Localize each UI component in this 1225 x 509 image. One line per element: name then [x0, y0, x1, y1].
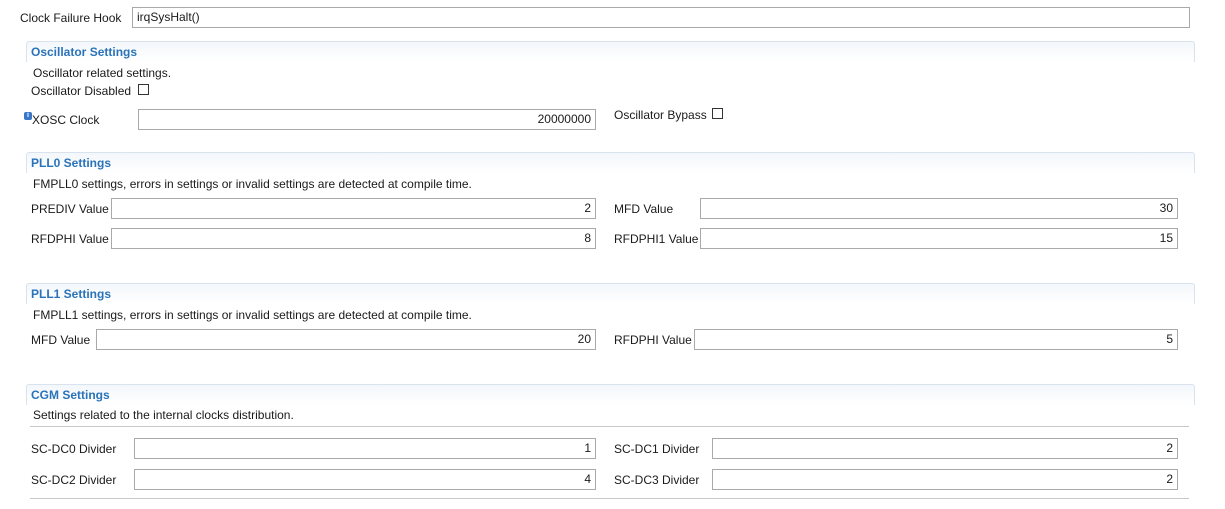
xosc-clock-label: XOSC Clock: [32, 113, 100, 127]
pll1-settings-title: PLL1 Settings: [31, 287, 112, 301]
oscillator-disabled-checkbox[interactable]: [138, 84, 149, 95]
oscillator-settings-title: Oscillator Settings: [31, 45, 138, 59]
pll1-settings-header[interactable]: PLL1 Settings: [26, 283, 1195, 304]
pll0-rfdphi1-label: RFDPHI1 Value: [614, 232, 699, 246]
cgm-settings-header[interactable]: CGM Settings: [26, 384, 1195, 405]
sc-dc1-divider-input[interactable]: 2: [712, 438, 1178, 459]
oscillator-bypass-checkbox[interactable]: [712, 108, 723, 119]
sc-dc2-divider-label: SC-DC2 Divider: [31, 473, 117, 487]
pll0-rfdphi1-input[interactable]: 15: [700, 228, 1178, 249]
sc-dc2-divider-input[interactable]: 4: [134, 469, 596, 490]
cgm-separator-bottom: [30, 498, 1189, 499]
oscillator-bypass-label: Oscillator Bypass: [614, 108, 707, 122]
oscillator-settings-description: Oscillator related settings.: [33, 66, 172, 80]
pll0-settings-title: PLL0 Settings: [31, 156, 112, 170]
pll0-prediv-label: PREDIV Value: [31, 202, 109, 216]
cgm-settings-description: Settings related to the internal clocks …: [33, 408, 294, 422]
cgm-settings-title: CGM Settings: [31, 388, 110, 402]
clock-failure-hook-label: Clock Failure Hook: [20, 11, 122, 25]
cgm-separator-top: [30, 426, 1189, 427]
pll0-settings-header[interactable]: PLL0 Settings: [26, 152, 1195, 173]
sc-dc3-divider-label: SC-DC3 Divider: [614, 473, 700, 487]
sc-dc1-divider-label: SC-DC1 Divider: [614, 442, 700, 456]
pll1-rfdphi-input[interactable]: 5: [694, 329, 1178, 350]
oscillator-disabled-label: Oscillator Disabled: [31, 84, 132, 98]
pll0-prediv-input[interactable]: 2: [111, 198, 596, 219]
xosc-clock-input[interactable]: 20000000: [138, 109, 596, 130]
sc-dc3-divider-input[interactable]: 2: [712, 469, 1178, 490]
pll0-mfd-input[interactable]: 30: [700, 198, 1178, 219]
sc-dc0-divider-input[interactable]: 1: [134, 438, 596, 459]
sc-dc0-divider-label: SC-DC0 Divider: [31, 442, 117, 456]
oscillator-settings-header[interactable]: Oscillator Settings: [26, 41, 1195, 62]
pll1-mfd-label: MFD Value: [31, 333, 91, 347]
info-icon: i: [24, 112, 32, 120]
pll0-settings-description: FMPLL0 settings, errors in settings or i…: [33, 177, 472, 191]
clock-failure-hook-input[interactable]: irqSysHalt(): [132, 7, 1190, 28]
pll0-rfdphi-input[interactable]: 8: [111, 228, 596, 249]
pll1-rfdphi-label: RFDPHI Value: [614, 333, 692, 347]
pll0-mfd-label: MFD Value: [614, 202, 674, 216]
pll1-mfd-input[interactable]: 20: [96, 329, 596, 350]
pll0-rfdphi-label: RFDPHI Value: [31, 232, 109, 246]
pll1-settings-description: FMPLL1 settings, errors in settings or i…: [33, 308, 472, 322]
